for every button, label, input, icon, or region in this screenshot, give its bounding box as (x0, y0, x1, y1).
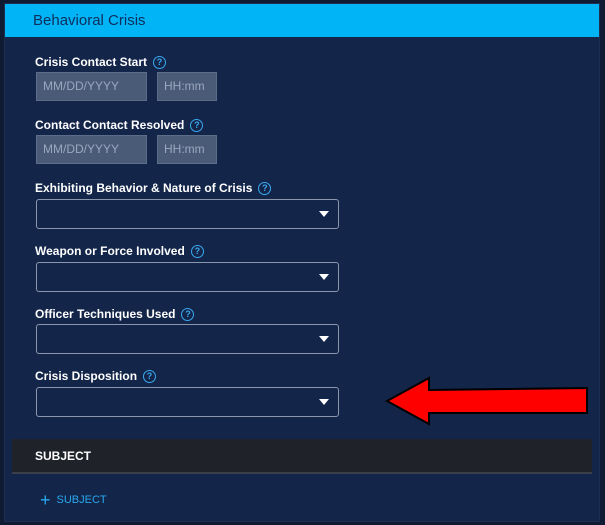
contact-start-time-input[interactable]: HH:mm (157, 72, 217, 101)
contact-resolved-label-text: Contact Contact Resolved (35, 118, 185, 132)
chevron-down-icon (319, 399, 329, 405)
weapon-label-text: Weapon or Force Involved (35, 244, 185, 258)
behavior-label: Exhibiting Behavior & Nature of Crisis ? (35, 181, 272, 195)
add-subject-button[interactable]: + SUBJECT (40, 490, 107, 510)
plus-icon: + (40, 490, 51, 510)
help-icon[interactable]: ? (143, 369, 157, 383)
behavioral-crisis-panel: Behavioral Crisis Crisis Contact Start ?… (4, 3, 600, 522)
contact-start-date-input[interactable]: MM/DD/YYYY (36, 72, 147, 101)
weapon-label: Weapon or Force Involved ? (35, 244, 204, 258)
red-arrow-icon (385, 376, 588, 426)
chevron-down-icon (319, 274, 329, 280)
disposition-select[interactable] (36, 387, 339, 417)
help-icon[interactable]: ? (153, 55, 167, 69)
help-icon[interactable]: ? (190, 244, 204, 258)
help-icon[interactable]: ? (258, 181, 272, 195)
subject-section-title: SUBJECT (35, 449, 92, 463)
help-icon[interactable]: ? (190, 118, 204, 132)
contact-resolved-label: Contact Contact Resolved ? (35, 118, 204, 132)
help-icon[interactable]: ? (181, 307, 195, 321)
behavior-select[interactable] (36, 199, 339, 229)
subject-section-header: SUBJECT (12, 439, 592, 474)
disposition-label-text: Crisis Disposition (35, 369, 138, 383)
chevron-down-icon (319, 336, 329, 342)
contact-start-label: Crisis Contact Start ? (35, 55, 167, 69)
techniques-label-text: Officer Techniques Used (35, 307, 176, 321)
techniques-label: Officer Techniques Used ? (35, 307, 195, 321)
contact-start-label-text: Crisis Contact Start (35, 55, 148, 69)
weapon-select[interactable] (36, 262, 339, 292)
contact-resolved-time-input[interactable]: HH:mm (157, 135, 217, 164)
chevron-down-icon (319, 211, 329, 217)
behavior-label-text: Exhibiting Behavior & Nature of Crisis (35, 181, 253, 195)
panel-header: Behavioral Crisis (5, 4, 599, 37)
contact-resolved-date-input[interactable]: MM/DD/YYYY (36, 135, 147, 164)
add-subject-label: SUBJECT (56, 494, 107, 506)
techniques-select[interactable] (36, 324, 339, 354)
panel-title: Behavioral Crisis (33, 12, 146, 29)
disposition-label: Crisis Disposition ? (35, 369, 157, 383)
